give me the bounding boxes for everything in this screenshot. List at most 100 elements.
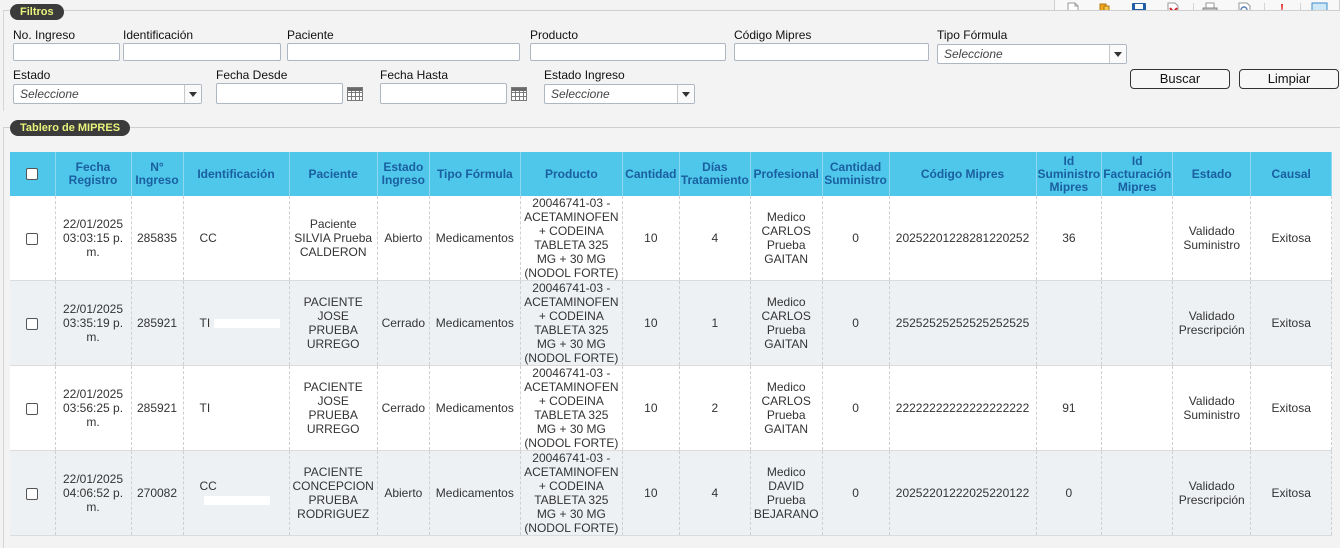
row-checkbox[interactable] — [26, 232, 39, 245]
cant-suministro-cell: 0 — [822, 280, 890, 366]
table-header-row: Fecha Registro N° Ingreso Identificación… — [10, 152, 1333, 196]
producto-cell: 20046741-03 - ACETAMINOFEN + CODEINA TAB… — [520, 365, 623, 451]
column-header[interactable]: Paciente — [289, 152, 378, 196]
estado-ingreso-cell: Abierto — [377, 196, 430, 281]
ingreso-cell: 285921 — [131, 280, 184, 366]
row-checkbox[interactable] — [26, 317, 39, 330]
fecha-hasta-input[interactable] — [380, 83, 507, 104]
column-header[interactable]: Estado Ingreso — [377, 152, 430, 196]
tipo-formula-cell: Medicamentos — [429, 280, 521, 366]
producto-cell: 20046741-03 - ACETAMINOFEN + CODEINA TAB… — [520, 196, 623, 281]
select-all-checkbox[interactable] — [26, 168, 39, 181]
estado-cell: Validado Prescripción — [1172, 450, 1252, 536]
dias-cell: 4 — [679, 196, 751, 281]
causal-cell: Exitosa — [1250, 280, 1333, 366]
fecha-desde-input[interactable] — [216, 83, 343, 104]
cant-suministro-cell: 0 — [822, 450, 890, 536]
column-header[interactable]: Causal — [1250, 152, 1333, 196]
chevron-down-icon[interactable] — [677, 85, 694, 103]
column-header[interactable]: Tipo Fórmula — [429, 152, 521, 196]
profesional-cell: Medico CARLOS Prueba GAITAN — [750, 280, 823, 366]
board-legend: Tablero de MIPRES — [10, 120, 131, 136]
profesional-cell: Medico CARLOS Prueba GAITAN — [750, 365, 823, 451]
column-header[interactable]: N° Ingreso — [131, 152, 184, 196]
table-row[interactable]: 22/01/2025 03:35:19 p. m. 285921 TI PACI… — [10, 280, 1333, 366]
estado-ingreso-select[interactable]: Seleccione — [544, 84, 695, 104]
id-suministro-cell — [1036, 280, 1103, 366]
identificacion-cell: CC — [183, 196, 290, 281]
tipo-formula-cell: Medicamentos — [429, 196, 521, 281]
chevron-down-icon[interactable] — [184, 85, 201, 103]
paciente-cell: PACIENTE JOSE PRUEBA URREGO — [289, 280, 378, 366]
estado-ingreso-cell: Abierto — [377, 450, 430, 536]
table-row[interactable]: 22/01/2025 03:03:15 p. m. 285835 CC Paci… — [10, 196, 1333, 281]
mipres-table: Fecha Registro N° Ingreso Identificación… — [10, 152, 1333, 536]
limpiar-button[interactable]: Limpiar — [1239, 69, 1339, 89]
ingreso-cell: 270082 — [131, 450, 184, 536]
table-row[interactable]: 22/01/2025 04:06:52 p. m. 270082 CC PACI… — [10, 450, 1333, 536]
mipres-table-wrapper: Fecha Registro N° Ingreso Identificación… — [10, 152, 1340, 536]
id-facturacion-cell — [1101, 196, 1174, 281]
tipo-formula-select[interactable]: Seleccione — [937, 44, 1127, 64]
buscar-button[interactable]: Buscar — [1130, 69, 1230, 89]
row-checkbox-cell — [10, 365, 56, 451]
dias-cell: 4 — [679, 450, 751, 536]
dias-cell: 1 — [679, 280, 751, 366]
id-facturacion-cell — [1101, 365, 1174, 451]
estado-label: Estado — [13, 68, 51, 82]
codigo-mipres-cell: 22222222222222222222 — [889, 365, 1037, 451]
causal-cell: Exitosa — [1250, 196, 1333, 281]
no-ingreso-input[interactable] — [13, 43, 120, 61]
causal-cell: Exitosa — [1250, 365, 1333, 451]
column-header[interactable]: Identificación — [183, 152, 290, 196]
id-suministro-cell: 0 — [1036, 450, 1103, 536]
identificacion-input[interactable] — [123, 43, 281, 61]
producto-cell: 20046741-03 - ACETAMINOFEN + CODEINA TAB… — [520, 280, 623, 366]
paciente-input[interactable] — [287, 43, 520, 61]
producto-label: Producto — [530, 28, 579, 42]
column-header[interactable]: Estado — [1172, 152, 1252, 196]
row-checkbox-cell — [10, 280, 56, 366]
identificacion-type: TI — [199, 316, 211, 330]
estado-ingreso-cell: Cerrado — [377, 365, 430, 451]
estado-ingreso-value: Seleccione — [551, 87, 610, 101]
column-header[interactable]: Fecha Registro — [55, 152, 132, 196]
column-header[interactable]: Cantidad Suministro — [822, 152, 890, 196]
ingreso-cell: 285921 — [131, 365, 184, 451]
estado-cell: Validado Suministro — [1172, 196, 1252, 281]
estado-select[interactable]: Seleccione — [13, 84, 202, 104]
column-header[interactable]: Días Tratamiento — [679, 152, 751, 196]
paciente-label: Paciente — [287, 28, 334, 42]
paciente-cell: PACIENTE CONCEPCION PRUEBA RODRIGUEZ — [289, 450, 378, 536]
calendar-icon[interactable] — [347, 87, 363, 101]
cantidad-cell: 10 — [622, 450, 680, 536]
column-header[interactable]: Cantidad — [622, 152, 680, 196]
profesional-cell: Medico CARLOS Prueba GAITAN — [750, 196, 823, 281]
column-header[interactable]: Id Facturación Mipres — [1101, 152, 1174, 196]
row-checkbox[interactable] — [26, 487, 39, 500]
id-suministro-cell: 91 — [1036, 365, 1103, 451]
identificacion-label: Identificación — [123, 28, 194, 42]
fecha-cell: 22/01/2025 03:03:15 p. m. — [55, 196, 132, 281]
column-header[interactable]: Producto — [520, 152, 623, 196]
column-header[interactable]: Id Suministro Mipres — [1036, 152, 1103, 196]
row-checkbox[interactable] — [26, 402, 39, 415]
calendar-icon[interactable] — [511, 87, 527, 101]
fecha-cell: 22/01/2025 03:56:25 p. m. — [55, 365, 132, 451]
id-facturacion-cell — [1101, 280, 1174, 366]
fecha-cell: 22/01/2025 04:06:52 p. m. — [55, 450, 132, 536]
estado-cell: Validado Suministro — [1172, 365, 1252, 451]
producto-input[interactable] — [530, 43, 726, 61]
cantidad-cell: 10 — [622, 280, 680, 366]
redacted-block — [203, 496, 270, 506]
id-suministro-cell: 36 — [1036, 196, 1103, 281]
select-all-header — [10, 152, 56, 196]
cantidad-cell: 10 — [622, 365, 680, 451]
filters-legend: Filtros — [10, 4, 64, 20]
identificacion-cell: TI — [183, 365, 290, 451]
column-header[interactable]: Código Mipres — [889, 152, 1037, 196]
table-row[interactable]: 22/01/2025 03:56:25 p. m. 285921 TI PACI… — [10, 365, 1333, 451]
column-header[interactable]: Profesional — [750, 152, 823, 196]
codigo-mipres-input[interactable] — [734, 43, 929, 61]
chevron-down-icon[interactable] — [1109, 45, 1126, 63]
